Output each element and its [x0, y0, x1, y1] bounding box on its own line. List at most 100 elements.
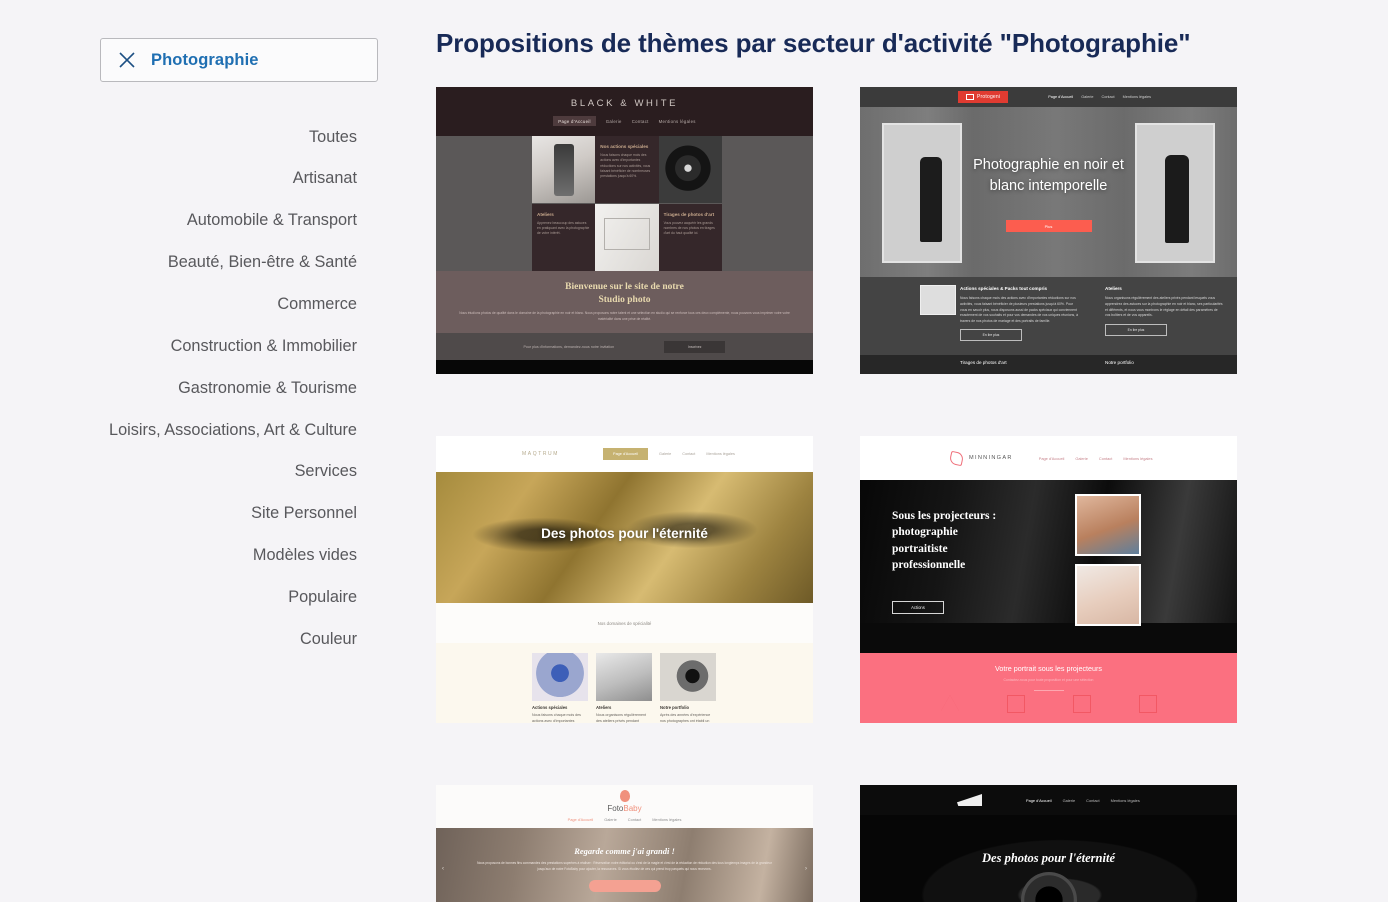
lamp-icon — [941, 695, 959, 711]
footprint-logo-icon — [619, 790, 630, 802]
diamond-logo-icon — [948, 450, 965, 466]
mini-nav-item: Contact — [1101, 95, 1115, 99]
mini-nav-item: Page d'Accueil — [603, 448, 649, 460]
mini-nav: Page d'Accueil Galerie Contact Mentions … — [1026, 798, 1140, 803]
theme-card-masque[interactable]: MAQTRUM Page d'Accueil Galerie Contact M… — [436, 436, 813, 723]
mini-nav-item: Mentions légales — [1110, 797, 1140, 803]
category-item-populaire[interactable]: Populaire — [100, 576, 357, 618]
mini-header: BLACK & WHITE Page d'Accueil Galerie Con… — [436, 87, 813, 136]
mini-tile-text: Nous faisons chaque mois des actions ave… — [600, 153, 651, 179]
theme-card-minningar[interactable]: MINNINGAR Page d'Accueil Galerie Contact… — [860, 436, 1237, 723]
mini-footer-left: Tirages de photos d'art — [960, 360, 1007, 365]
category-item-site-personnel[interactable]: Site Personnel — [100, 493, 357, 535]
mini-hero-button: Plus — [1005, 220, 1092, 232]
mini-text-tile: Tirages de photos d'art Vous pouvez acqu… — [658, 203, 722, 271]
mini-hero-button — [588, 880, 661, 893]
category-item-automobile-transport[interactable]: Automobile & Transport — [100, 200, 357, 242]
category-list: Toutes Artisanat Automobile & Transport … — [100, 116, 378, 660]
mini-section-heading: Nos domaines de spécialité — [436, 603, 813, 643]
mini-welcome-line1: Bienvenue sur le site de notre — [565, 281, 684, 292]
mini-cta-text: Pour plus d'informations, demandez-nous … — [523, 344, 615, 349]
mini-column-text: Nous organisons régulièrement des atelie… — [1105, 296, 1223, 318]
mini-icon-row — [860, 695, 1237, 713]
mini-welcome-text: Nous étudions photos de qualité dans le … — [459, 310, 790, 321]
mini-gallery-image — [596, 653, 652, 701]
theme-card-dark-photographer[interactable]: Page d'Accueil Galerie Contact Mentions … — [860, 785, 1237, 902]
mini-divider — [1033, 690, 1064, 691]
mini-nav-item: Galerie — [659, 452, 672, 456]
mini-header: Page d'Accueil Galerie Contact Mentions … — [860, 785, 1237, 815]
mini-hero-title: Des photos pour l'éternité — [982, 851, 1115, 865]
mini-cta-button: Inscrivez — [664, 340, 726, 353]
mini-hero: Des photos pour l'éternité — [436, 472, 813, 603]
mini-nav-item: Page d'Accueil — [1048, 95, 1074, 99]
category-item-commerce[interactable]: Commerce — [100, 283, 357, 325]
category-item-loisirs-associations-art-culture[interactable]: Loisirs, Associations, Art & Culture — [100, 409, 357, 451]
mini-hero: ‹ › Regarde comme j'ai grandi ! Nous pro… — [436, 828, 813, 902]
mini-gallery: Actions spéciales Nous faisons chaque moi… — [436, 643, 813, 723]
mini-header: MINNINGAR Page d'Accueil Galerie Contact… — [860, 436, 1237, 480]
mini-hero: Photographie en noir et blanc intemporell… — [860, 107, 1237, 277]
active-filter-chip[interactable]: Photographie — [100, 38, 378, 82]
mini-hero-title: Des photos pour l'éternité — [541, 526, 708, 541]
theme-grid: BLACK & WHITE Page d'Accueil Galerie Con… — [436, 87, 1388, 902]
mini-nav-item: Galerie — [605, 118, 622, 124]
plane-icon — [1006, 695, 1025, 713]
theme-thumbnail: FotoBaby Page d'Accueil Galerie Contact … — [436, 785, 813, 902]
mini-logo: Protogeni — [958, 91, 1009, 103]
category-item-artisanat[interactable]: Artisanat — [100, 158, 357, 200]
category-item-modeles-vides[interactable]: Modèles vides — [100, 535, 357, 577]
mini-photo-tile — [532, 136, 596, 203]
mini-tile-text: Vous pouvez acquérir les grands nombres … — [663, 220, 715, 236]
mini-footer: Tirages de photos d'art Notre portfolio — [860, 355, 1237, 374]
mini-nav: Page d'Accueil Galerie Contact Mentions … — [603, 448, 735, 460]
category-item-construction-immobilier[interactable]: Construction & Immobilier — [100, 325, 357, 367]
mini-nav-item: Page d'Accueil — [567, 817, 594, 822]
mini-brand: MINNINGAR — [969, 455, 1013, 461]
mini-banner-title: Votre portrait sous les projecteurs — [994, 664, 1103, 673]
mini-photo-tile — [595, 203, 659, 271]
mini-brand: Protogeni — [977, 94, 1001, 100]
mini-nav-item: Contact — [631, 118, 649, 124]
mini-welcome-section: Bienvenue sur le site de notre Studio ph… — [436, 271, 813, 333]
mini-nav-item: Galerie — [604, 817, 617, 822]
mini-text-tile: Ateliers Apprenez beaucoup des astuces e… — [532, 203, 596, 271]
camera-icon — [966, 94, 974, 100]
mini-footer-right: Notre portfolio — [1105, 360, 1134, 365]
mini-nav-item: Galerie — [1062, 797, 1076, 803]
mini-hero-title: Regarde comme j'ai grandi ! — [574, 846, 675, 856]
mini-nav-item: Mentions légales — [706, 452, 735, 456]
mini-column-title: Ateliers — [1105, 286, 1122, 291]
mini-nav-item: Mentions légales — [1123, 455, 1153, 461]
mini-hero-title: Photographie en noir et blanc intemporell… — [973, 157, 1124, 195]
mini-hero: Des photos pour l'éternité — [860, 815, 1237, 902]
mini-brand: MAQTRUM — [522, 451, 560, 457]
page-root: Photographie Toutes Artisanat Automobile… — [0, 0, 1388, 902]
mini-column-button: En lire plus — [960, 329, 1022, 342]
category-item-toutes[interactable]: Toutes — [100, 116, 357, 158]
sidebar: Photographie Toutes Artisanat Automobile… — [0, 0, 392, 900]
mini-header: Protogeni Page d'Accueil Galerie Contact… — [860, 87, 1237, 107]
close-x-icon[interactable] — [117, 50, 137, 70]
mini-tile-title: Tirages de photos d'art — [663, 211, 715, 217]
mini-hero-button: Actions — [892, 601, 944, 614]
category-item-beaute-bienetre-sante[interactable]: Beauté, Bien-être & Santé — [100, 242, 357, 284]
mini-tile-grid: Nos actions spéciales Nous faisons chaqu… — [532, 136, 722, 271]
mini-nav-item: Mentions légales — [658, 118, 696, 124]
mini-bottom-strip — [436, 360, 813, 374]
mini-header: MAQTRUM Page d'Accueil Galerie Contact M… — [436, 436, 813, 472]
mini-welcome-line2: Studio photo — [598, 294, 651, 305]
theme-thumbnail: MAQTRUM Page d'Accueil Galerie Contact M… — [436, 436, 813, 723]
category-item-gastronomie-tourisme[interactable]: Gastronomie & Tourisme — [100, 367, 357, 409]
theme-card-fotobaby[interactable]: FotoBaby Page d'Accueil Galerie Contact … — [436, 785, 813, 902]
theme-thumbnail: BLACK & WHITE Page d'Accueil Galerie Con… — [436, 87, 813, 374]
category-item-couleur[interactable]: Couleur — [100, 618, 357, 660]
mini-cta-section: Pour plus d'informations, demandez-nous … — [436, 333, 813, 360]
mini-nav-item: Mentions légales — [1122, 95, 1152, 99]
theme-card-black-and-white[interactable]: BLACK & WHITE Page d'Accueil Galerie Con… — [436, 87, 813, 374]
theme-card-protogeni[interactable]: Protogeni Page d'Accueil Galerie Contact… — [860, 87, 1237, 374]
mini-portrait-image — [1075, 564, 1141, 626]
theme-thumbnail: MINNINGAR Page d'Accueil Galerie Contact… — [860, 436, 1237, 723]
category-item-services[interactable]: Services — [100, 451, 357, 493]
building-icon — [1138, 695, 1157, 713]
